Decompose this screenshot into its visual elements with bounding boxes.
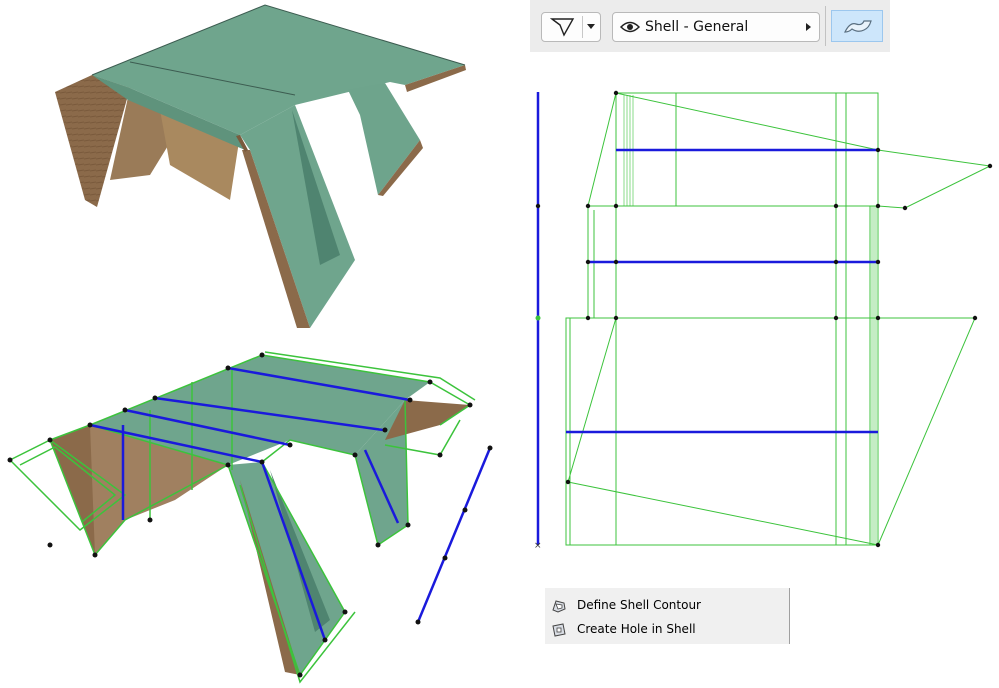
plan-view: × [534,90,993,551]
shell-geometry-icon [550,18,575,37]
geometry-method-dropdown[interactable] [541,12,601,42]
shell-context-menu: Define Shell Contour Create Hole in Shel… [545,588,790,644]
chevron-right-icon [806,23,811,31]
toolbar-divider [825,6,826,46]
menu-item-label: Create Hole in Shell [577,622,696,636]
shell-contour-icon [552,600,566,613]
eye-icon [620,21,640,33]
shell-toolbar: Shell - General [530,0,890,52]
view-settings-label: Shell - General [645,19,749,35]
menu-item-label: Define Shell Contour [577,598,701,612]
dropdown-separator [582,16,583,38]
shell-plan-drawing[interactable]: × [534,90,993,551]
view-settings-dropdown[interactable]: Shell - General [612,12,820,42]
menu-item-define-shell-contour[interactable]: Define Shell Contour [545,594,788,618]
chevron-down-icon [587,24,595,29]
svg-text:×: × [534,541,542,551]
shell-tool-button[interactable] [831,10,883,42]
shell-hole-icon [552,623,566,637]
shell-surface-icon [844,20,872,33]
menu-item-create-hole-in-shell[interactable]: Create Hole in Shell [545,618,788,642]
